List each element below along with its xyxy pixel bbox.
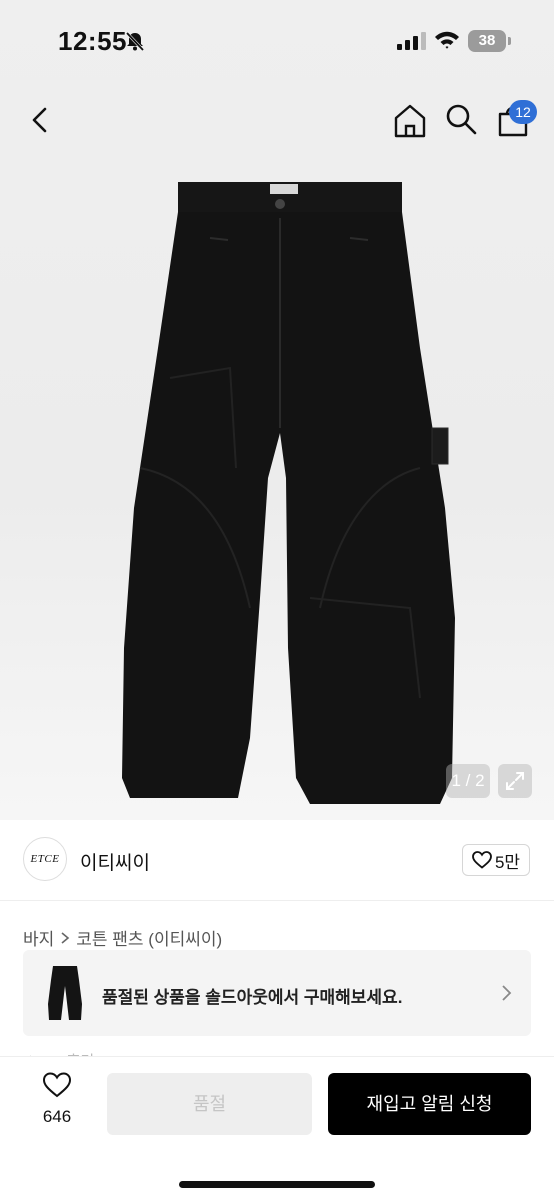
wish-button[interactable]: 646 bbox=[32, 1072, 82, 1127]
chevron-right-icon bbox=[61, 931, 70, 944]
cellular-signal-icon bbox=[397, 32, 426, 50]
wish-count: 646 bbox=[42, 1107, 72, 1126]
brand-like-button[interactable]: 5만 bbox=[462, 844, 530, 876]
brand-name[interactable]: 이티씨이 bbox=[80, 848, 150, 875]
status-time: 12:55 bbox=[58, 26, 127, 56]
home-indicator bbox=[179, 1181, 375, 1188]
cart-count-badge: 12 bbox=[509, 100, 537, 124]
heart-icon bbox=[472, 851, 492, 869]
heart-icon bbox=[42, 1072, 72, 1098]
status-bar: 12:55 38 bbox=[0, 0, 554, 84]
search-icon[interactable] bbox=[444, 102, 478, 136]
restock-alert-button[interactable]: 재입고 알림 신청 bbox=[328, 1073, 531, 1135]
brand-like-count: 5만 bbox=[494, 852, 521, 872]
breadcrumb-subcategory[interactable]: 코튼 팬츠 (이티씨이) bbox=[76, 925, 222, 950]
banner-product-thumbnail bbox=[48, 966, 82, 1020]
wifi-icon bbox=[435, 31, 459, 49]
gallery-pager: 1 / 2 bbox=[446, 764, 490, 798]
soldout-banner[interactable]: 품절된 상품을 솔드아웃에서 구매해보세요. bbox=[23, 950, 531, 1036]
brand-logo[interactable]: ETCE bbox=[23, 837, 67, 881]
battery-indicator: 38 bbox=[468, 30, 511, 52]
soldout-banner-text: 품절된 상품을 솔드아웃에서 구매해보세요. bbox=[102, 988, 403, 1007]
home-icon[interactable] bbox=[391, 102, 429, 140]
divider bbox=[0, 900, 554, 901]
expand-icon[interactable] bbox=[498, 764, 532, 798]
breadcrumb: 바지 코튼 팬츠 (이티씨이) bbox=[23, 925, 222, 950]
chevron-right-icon bbox=[502, 985, 512, 1001]
back-arrow-icon[interactable] bbox=[24, 103, 58, 137]
soldout-button: 품절 bbox=[107, 1073, 312, 1135]
breadcrumb-category[interactable]: 바지 bbox=[23, 925, 54, 950]
product-image bbox=[122, 182, 455, 804]
bell-muted-icon bbox=[125, 31, 145, 52]
